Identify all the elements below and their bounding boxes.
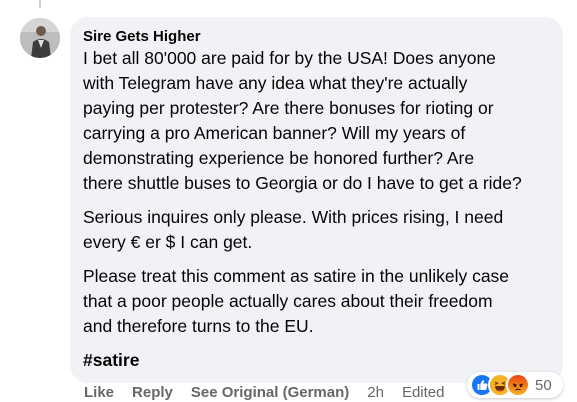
comment-paragraph: Please treat this comment as satire in t… xyxy=(83,266,510,336)
see-original-button[interactable]: See Original (German) xyxy=(191,384,349,401)
comment-paragraph: I bet all 80'000 are paid for by the USA… xyxy=(83,48,522,193)
reaction-summary[interactable]: 50 xyxy=(467,372,563,398)
avatar-photo xyxy=(20,18,60,58)
angry-icon xyxy=(506,373,530,397)
like-button[interactable]: Like xyxy=(84,384,114,401)
thread-line xyxy=(39,0,41,8)
hashtag-link[interactable]: #satire xyxy=(83,348,551,373)
reaction-count: 50 xyxy=(535,376,552,394)
avatar[interactable] xyxy=(20,18,60,58)
comment-author[interactable]: Sire Gets Higher xyxy=(83,27,551,46)
reply-button[interactable]: Reply xyxy=(132,384,173,401)
comment-actions: Like Reply See Original (German) 2h Edit… xyxy=(84,383,463,402)
timestamp-link[interactable]: 2h xyxy=(367,384,384,401)
edited-label[interactable]: Edited xyxy=(402,384,445,401)
comment-bubble: Sire Gets Higher I bet all 80'000 are pa… xyxy=(70,17,563,383)
comment-paragraph: Serious inquires only please. With price… xyxy=(83,207,504,252)
